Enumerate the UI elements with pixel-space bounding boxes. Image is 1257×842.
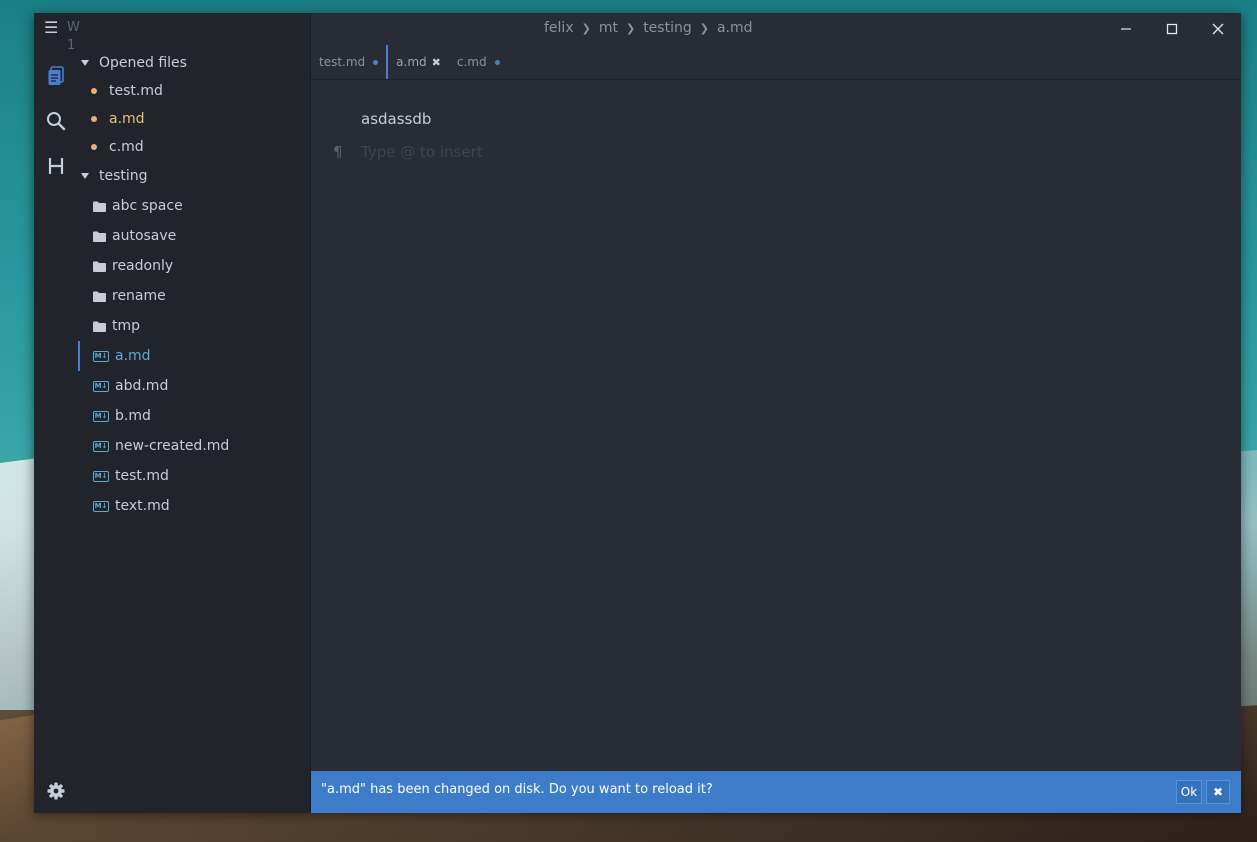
- editor[interactable]: asdassdb ¶ Type @ to insert: [311, 80, 1241, 770]
- minimize-button[interactable]: [1112, 17, 1140, 41]
- file-item[interactable]: M↓ new-created.md: [78, 431, 310, 461]
- file-label: b.md: [115, 408, 151, 424]
- files-icon[interactable]: [45, 65, 67, 87]
- unsaved-dot-icon: [373, 59, 379, 65]
- folder-header-testing[interactable]: testing: [78, 161, 310, 191]
- tab-test-md[interactable]: test.md: [311, 45, 386, 79]
- paragraph-icon[interactable]: ¶: [333, 143, 343, 161]
- folder-icon: [93, 231, 106, 242]
- notification-message: "a.md" has been changed on disk. Do you …: [321, 782, 713, 797]
- folder-icon: [93, 261, 106, 272]
- unsaved-dot-icon: [494, 59, 500, 65]
- titlebar: felix ❯ mt ❯ testing ❯ a.md: [311, 13, 1241, 45]
- app-window: ☰ W 1 Opened files test.md a.md c.md tes…: [34, 13, 1241, 813]
- markdown-file-icon: M↓: [93, 500, 109, 512]
- markdown-file-icon: M↓: [93, 380, 109, 392]
- modified-dot-icon: [91, 88, 97, 94]
- close-icon: [1212, 23, 1224, 35]
- menu-icon[interactable]: ☰: [44, 18, 58, 38]
- folder-label: autosave: [112, 228, 177, 244]
- chevron-right-icon: ❯: [625, 21, 636, 35]
- opened-file-label: c.md: [109, 139, 144, 155]
- main-area: felix ❯ mt ❯ testing ❯ a.md test.md a.md…: [311, 13, 1241, 813]
- folder-item[interactable]: rename: [78, 281, 310, 311]
- folder-icon: [93, 321, 106, 332]
- active-file-indicator: [78, 341, 80, 371]
- folder-icon: [93, 291, 106, 302]
- markdown-file-icon: M↓: [93, 410, 109, 422]
- tab-a-md[interactable]: a.md ✖: [386, 45, 449, 79]
- file-label: abd.md: [115, 378, 169, 394]
- file-tree: Opened files test.md a.md c.md testing a…: [78, 49, 310, 521]
- tab-label: c.md: [456, 55, 487, 69]
- close-window-button[interactable]: [1204, 17, 1232, 41]
- file-label: text.md: [115, 498, 170, 514]
- opened-file-item[interactable]: c.md: [78, 133, 310, 161]
- breadcrumb: felix ❯ mt ❯ testing ❯ a.md: [544, 20, 753, 36]
- opened-file-label: a.md: [109, 111, 145, 127]
- markdown-file-icon: M↓: [93, 350, 109, 362]
- chevron-right-icon: ❯: [581, 21, 591, 35]
- opened-file-item-active[interactable]: a.md: [78, 105, 310, 133]
- file-item-active[interactable]: M↓ a.md: [78, 341, 310, 371]
- folder-label: readonly: [112, 258, 174, 274]
- folder-label: abc space: [112, 198, 183, 214]
- notification-close-button[interactable]: ✖: [1206, 780, 1230, 804]
- folder-item[interactable]: readonly: [78, 251, 310, 281]
- breadcrumb-item[interactable]: felix: [544, 20, 574, 36]
- opened-files-label: Opened files: [99, 55, 187, 71]
- maximize-icon: [1166, 23, 1178, 35]
- file-label: new-created.md: [115, 438, 230, 454]
- folder-header-label: testing: [99, 168, 148, 184]
- headings-icon[interactable]: [45, 155, 67, 177]
- tab-label: test.md: [319, 55, 366, 69]
- folder-item[interactable]: abc space: [78, 191, 310, 221]
- settings-gear-icon[interactable]: [46, 781, 66, 801]
- sidebar: ☰ W 1 Opened files test.md a.md c.md tes…: [34, 13, 311, 813]
- file-item[interactable]: M↓ test.md: [78, 461, 310, 491]
- folder-label: rename: [112, 288, 166, 304]
- opened-file-label: test.md: [109, 83, 163, 99]
- markdown-file-icon: M↓: [93, 440, 109, 452]
- file-item[interactable]: M↓ abd.md: [78, 371, 310, 401]
- tab-label: a.md: [396, 55, 427, 69]
- chevron-down-icon: [81, 173, 89, 179]
- opened-files-header[interactable]: Opened files: [78, 49, 310, 77]
- reload-notification: "a.md" has been changed on disk. Do you …: [311, 771, 1241, 813]
- file-label: a.md: [115, 348, 151, 364]
- folder-item[interactable]: tmp: [78, 311, 310, 341]
- tab-close-icon[interactable]: ✖: [432, 56, 441, 69]
- breadcrumb-item[interactable]: mt: [599, 20, 618, 36]
- chevron-right-icon: ❯: [699, 21, 709, 35]
- file-label: test.md: [115, 468, 169, 484]
- opened-file-item[interactable]: test.md: [78, 77, 310, 105]
- editor-paragraph[interactable]: asdassdb: [361, 110, 431, 128]
- search-icon[interactable]: [45, 110, 67, 132]
- breadcrumb-item[interactable]: testing: [643, 20, 692, 36]
- breadcrumb-item[interactable]: a.md: [717, 20, 753, 36]
- minimize-icon: [1121, 28, 1131, 30]
- tab-c-md[interactable]: c.md: [449, 45, 508, 79]
- modified-dot-icon: [91, 144, 97, 150]
- file-item[interactable]: M↓ b.md: [78, 401, 310, 431]
- tab-bar: test.md a.md ✖ c.md: [311, 45, 1241, 80]
- maximize-button[interactable]: [1158, 17, 1186, 41]
- markdown-file-icon: M↓: [93, 470, 109, 482]
- folder-icon: [93, 201, 106, 212]
- file-item[interactable]: M↓ text.md: [78, 491, 310, 521]
- chevron-down-icon: [81, 60, 89, 66]
- folder-label: tmp: [112, 318, 141, 334]
- activity-bar: ☰ W 1: [34, 13, 80, 813]
- modified-dot-icon: [91, 116, 97, 122]
- editor-placeholder[interactable]: Type @ to insert: [361, 143, 483, 161]
- ok-button[interactable]: Ok: [1176, 780, 1202, 804]
- folder-item[interactable]: autosave: [78, 221, 310, 251]
